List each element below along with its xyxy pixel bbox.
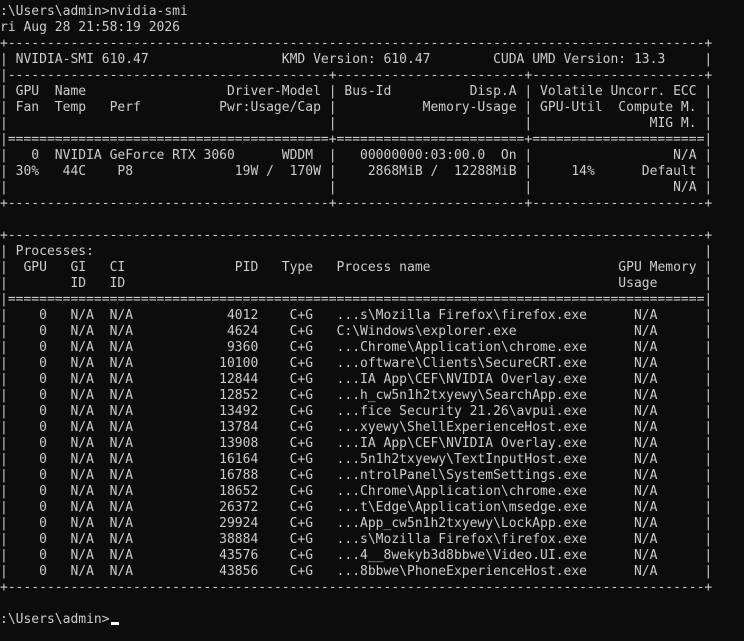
terminal-line: | 0 NVIDIA GeForce RTX 3060 WDDM | 00000… bbox=[0, 148, 713, 163]
terminal-line: | 0 N/A N/A 12844 C+G ...IA App\CEF\NVID… bbox=[0, 372, 713, 387]
terminal-line: | 0 N/A N/A 26372 C+G ...t\Edge\Applicat… bbox=[0, 500, 713, 515]
terminal-line: | 0 N/A N/A 16164 C+G ...5n1h2txyewy\Tex… bbox=[0, 452, 713, 467]
terminal-window[interactable]: :\Users\admin>nvidia-smi ri Aug 28 21:58:… bbox=[0, 0, 744, 641]
terminal-line: | 0 N/A N/A 9360 C+G ...Chrome\Applicati… bbox=[0, 340, 713, 355]
terminal-line: +---------------------------------------… bbox=[0, 228, 713, 243]
terminal-line: | 0 N/A N/A 12852 C+G ...h_cw5n1h2txyewy… bbox=[0, 388, 713, 403]
terminal-line: ri Aug 28 21:58:19 2026 bbox=[0, 20, 181, 35]
terminal-output: :\Users\admin>nvidia-smi ri Aug 28 21:58:… bbox=[0, 4, 712, 628]
terminal-line: | | | N/A | bbox=[0, 180, 713, 195]
text-cursor bbox=[110, 622, 119, 625]
terminal-line: | NVIDIA-SMI 610.47 KMD Version: 610.47 … bbox=[0, 52, 713, 67]
terminal-line: | 30% 44C P8 19W / 170W | 2868MiB / 1228… bbox=[0, 164, 713, 179]
terminal-line: +---------------------------------------… bbox=[0, 196, 713, 211]
terminal-line: | 0 N/A N/A 43856 C+G ...8bbwe\PhoneExpe… bbox=[0, 564, 713, 579]
terminal-line: | Fan Temp Perf Pwr:Usage/Cap | Memory-U… bbox=[0, 100, 713, 115]
terminal-line: | 0 N/A N/A 38884 C+G ...s\Mozilla Firef… bbox=[0, 532, 713, 547]
terminal-line: |=======================================… bbox=[0, 292, 713, 307]
terminal-line: | 0 N/A N/A 16788 C+G ...ntrolPanel\Syst… bbox=[0, 468, 713, 483]
terminal-line: | GPU Name Driver-Model | Bus-Id Disp.A … bbox=[0, 84, 713, 99]
terminal-line: | 0 N/A N/A 4012 C+G ...s\Mozilla Firefo… bbox=[0, 308, 713, 323]
terminal-line: | 0 N/A N/A 18652 C+G ...Chrome\Applicat… bbox=[0, 484, 713, 499]
terminal-line: |---------------------------------------… bbox=[0, 68, 713, 83]
terminal-line: | Processes: | bbox=[0, 244, 713, 259]
terminal-line: :\Users\admin>nvidia-smi bbox=[0, 4, 188, 19]
terminal-line: | 0 N/A N/A 29924 C+G ...App_cw5n1h2txye… bbox=[0, 516, 713, 531]
terminal-line: | 0 N/A N/A 13784 C+G ...xyewy\ShellExpe… bbox=[0, 420, 713, 435]
terminal-line: | 0 N/A N/A 13492 C+G ...fice Security 2… bbox=[0, 404, 713, 419]
terminal-line: | 0 N/A N/A 4624 C+G C:\Windows\explorer… bbox=[0, 324, 713, 339]
terminal-line: | ID ID Usage | bbox=[0, 276, 713, 291]
terminal-line: | GPU GI CI PID Type Process name GPU Me… bbox=[0, 260, 713, 275]
terminal-line: | 0 N/A N/A 13908 C+G ...IA App\CEF\NVID… bbox=[0, 436, 713, 451]
terminal-line: |=======================================… bbox=[0, 132, 713, 147]
terminal-line: | 0 N/A N/A 43576 C+G ...4__8wekyb3d8bbw… bbox=[0, 548, 713, 563]
terminal-line: +---------------------------------------… bbox=[0, 580, 713, 595]
terminal-line: | 0 N/A N/A 10100 C+G ...oftware\Clients… bbox=[0, 356, 713, 371]
terminal-line: +---------------------------------------… bbox=[0, 36, 713, 51]
command-prompt[interactable]: :\Users\admin> bbox=[0, 612, 712, 628]
prompt-text: :\Users\admin> bbox=[0, 612, 110, 627]
terminal-line: | | | MIG M. | bbox=[0, 116, 713, 131]
